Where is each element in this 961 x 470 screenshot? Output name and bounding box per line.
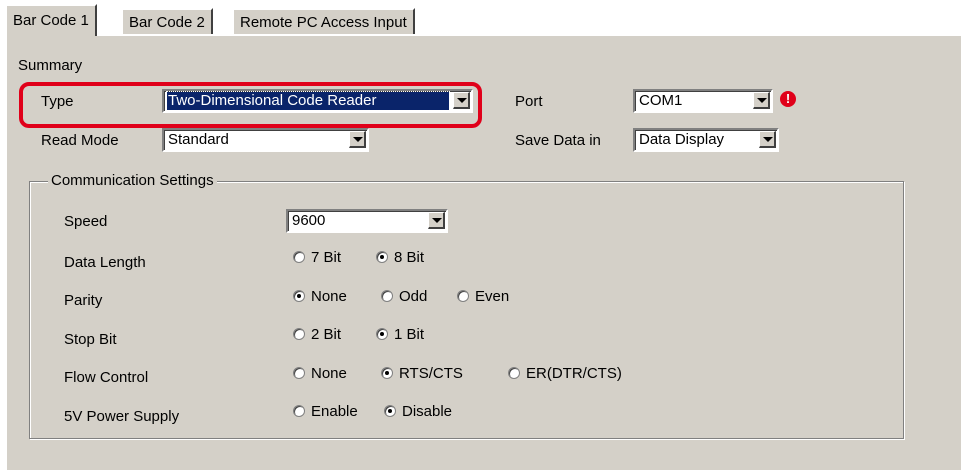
flow-control-label: Flow Control — [64, 369, 149, 386]
data-length-7bit-radio[interactable]: 7 Bit — [293, 249, 341, 267]
chevron-down-icon[interactable] — [759, 131, 776, 148]
parity-none-radio[interactable]: None — [293, 288, 347, 306]
save-data-select[interactable]: Data Display — [633, 128, 779, 152]
tab-remote-pc-access-input[interactable]: Remote PC Access Input — [232, 8, 415, 34]
summary-heading: Summary — [18, 57, 83, 74]
port-select[interactable]: COM1 — [633, 89, 773, 113]
read-mode-select[interactable]: Standard — [162, 128, 369, 152]
power-supply-label: 5V Power Supply — [64, 408, 180, 425]
warning-icon: ! — [780, 91, 796, 107]
stop-bit-label: Stop Bit — [64, 331, 117, 348]
stop-bit-2bit-radio[interactable]: 2 Bit — [293, 326, 341, 344]
parity-odd-radio[interactable]: Odd — [381, 288, 427, 306]
chevron-down-icon[interactable] — [349, 131, 366, 148]
data-length-label: Data Length — [64, 254, 146, 271]
tab-bar-code-1[interactable]: Bar Code 1 — [5, 4, 97, 36]
communication-settings-title: Communication Settings — [48, 172, 217, 190]
read-mode-label: Read Mode — [41, 132, 119, 149]
power-disable-radio[interactable]: Disable — [384, 403, 452, 421]
speed-select-value: 9600 — [292, 212, 326, 229]
parity-even-radio[interactable]: Even — [457, 288, 509, 306]
stop-bit-1bit-radio[interactable]: 1 Bit — [376, 326, 424, 344]
chevron-down-icon[interactable] — [753, 92, 770, 109]
tab-bar-code-2[interactable]: Bar Code 2 — [121, 8, 213, 34]
type-highlight-box — [19, 82, 482, 128]
flow-none-radio[interactable]: None — [293, 365, 347, 383]
flow-rts-cts-radio[interactable]: RTS/CTS — [381, 365, 463, 383]
parity-label: Parity — [64, 292, 103, 309]
port-select-value: COM1 — [639, 92, 683, 109]
read-mode-select-value: Standard — [168, 131, 229, 148]
chevron-down-icon[interactable] — [428, 212, 445, 229]
speed-select[interactable]: 9600 — [286, 209, 448, 233]
data-length-8bit-radio[interactable]: 8 Bit — [376, 249, 424, 267]
save-data-label: Save Data in — [515, 132, 601, 149]
port-label: Port — [515, 93, 543, 110]
communication-settings-group — [29, 181, 904, 439]
save-data-select-value: Data Display — [639, 131, 725, 148]
flow-er-dtr-cts-radio[interactable]: ER(DTR/CTS) — [508, 365, 622, 383]
speed-label: Speed — [64, 213, 108, 230]
power-enable-radio[interactable]: Enable — [293, 403, 358, 421]
